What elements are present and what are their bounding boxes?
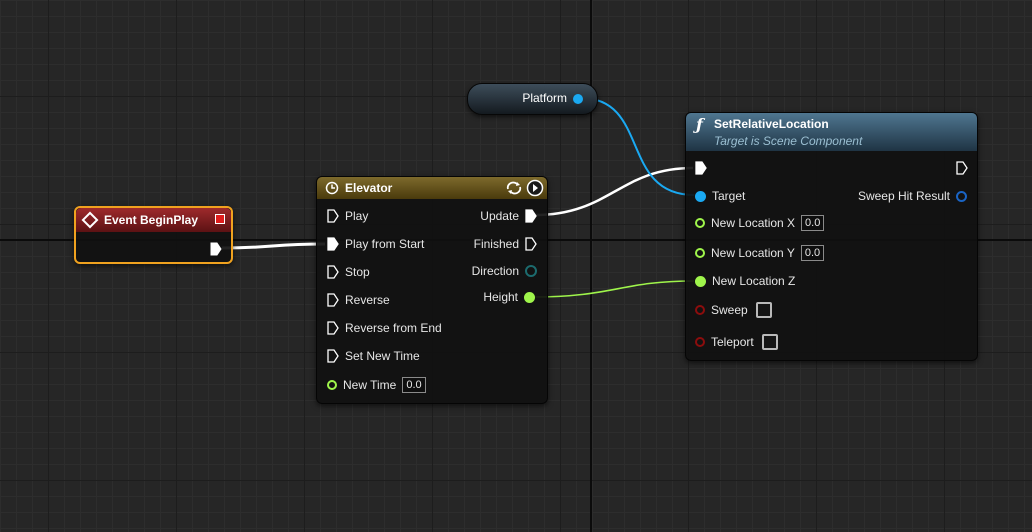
float-input-pin[interactable] [695, 248, 705, 258]
exec-input-pin[interactable] [327, 265, 339, 279]
platform-output-pin[interactable] [573, 94, 583, 104]
input-target[interactable]: Target [695, 187, 745, 205]
play-circle-icon[interactable] [526, 179, 544, 197]
input-new-location-y[interactable]: New Location Y 0.0 [695, 244, 825, 262]
function-node-subtitle: Target is Scene Component [714, 134, 863, 148]
exec-input-pin[interactable] [327, 349, 339, 363]
new-location-x-field[interactable]: 0.0 [801, 215, 825, 231]
input-label: New Location X [711, 216, 796, 230]
input-reverse-from-end[interactable]: Reverse from End [327, 319, 442, 337]
input-label: Play from Start [345, 237, 425, 251]
input-label: Reverse [345, 293, 390, 307]
exec-output-pin[interactable] [956, 161, 968, 175]
output-sweep-hit-result[interactable]: Sweep Hit Result [858, 187, 967, 205]
float-output-pin[interactable] [524, 291, 535, 303]
timeline-node-title: Elevator [345, 181, 393, 195]
exec-input-pin[interactable] [695, 161, 707, 175]
output-direction[interactable]: Direction [472, 262, 537, 280]
platform-variable-label: Platform [522, 91, 567, 105]
output-label: Sweep Hit Result [857, 189, 950, 203]
sweep-checkbox[interactable] [755, 302, 772, 318]
float-input-pin[interactable] [695, 218, 705, 228]
input-play[interactable]: Play [327, 207, 368, 225]
event-diamond-icon [81, 211, 99, 229]
delegate-square-icon[interactable] [215, 214, 225, 224]
exec-input-pin[interactable] [327, 321, 339, 335]
input-sweep[interactable]: Sweep [695, 301, 772, 319]
new-time-value-field[interactable]: 0.0 [402, 377, 426, 393]
input-play-from-start[interactable]: Play from Start [327, 235, 424, 253]
enum-output-pin[interactable] [525, 265, 537, 277]
input-label: Set New Time [345, 349, 420, 363]
event-node-title: Event BeginPlay [104, 213, 199, 227]
input-teleport[interactable]: Teleport [695, 333, 778, 351]
new-location-y-field[interactable]: 0.0 [800, 245, 825, 261]
bool-input-pin[interactable] [695, 305, 705, 315]
input-label: Stop [345, 265, 370, 279]
exec-output-pin[interactable] [525, 237, 537, 251]
clock-icon [325, 181, 339, 195]
input-stop[interactable]: Stop [327, 263, 370, 281]
bool-input-pin[interactable] [695, 337, 705, 347]
output-height[interactable]: Height [483, 288, 535, 306]
function-node-title: SetRelativeLocation [714, 117, 829, 131]
output-label: Update [480, 209, 519, 223]
teleport-checkbox[interactable] [761, 334, 778, 350]
float-input-pin[interactable] [327, 380, 337, 390]
loop-icon[interactable] [505, 180, 523, 196]
input-set-new-time[interactable]: Set New Time [327, 347, 420, 365]
function-node-header[interactable]: ƒ SetRelativeLocation Target is Scene Co… [686, 113, 977, 151]
input-new-location-z[interactable]: New Location Z [695, 272, 795, 290]
output-label: Finished [473, 237, 519, 251]
input-label: New Location Z [712, 274, 796, 288]
function-f-icon: ƒ [696, 115, 703, 134]
elevator-timeline-node[interactable]: Elevator Play Play from Start Stop Rever… [316, 176, 548, 404]
set-relative-location-node[interactable]: ƒ SetRelativeLocation Target is Scene Co… [685, 112, 978, 361]
exec-output-pin[interactable] [210, 242, 222, 256]
input-label: Teleport [711, 335, 754, 349]
input-label: Reverse from End [345, 321, 442, 335]
exec-input-pin[interactable] [327, 209, 339, 223]
struct-output-pin[interactable] [956, 190, 967, 202]
exec-input-pin[interactable] [327, 237, 339, 251]
event-beginplay-node[interactable]: Event BeginPlay [74, 206, 233, 264]
input-label: New Time [343, 378, 397, 392]
input-label: Play [345, 209, 369, 223]
output-finished[interactable]: Finished [474, 235, 537, 253]
float-input-pin[interactable] [695, 275, 706, 287]
exec-output-pin[interactable] [525, 209, 537, 223]
output-label: Height [483, 290, 518, 304]
object-input-pin[interactable] [695, 190, 706, 202]
input-new-location-x[interactable]: New Location X 0.0 [695, 214, 825, 232]
output-update[interactable]: Update [480, 207, 537, 225]
exec-wire-update-to-setlocation[interactable] [534, 166, 694, 217]
input-label: New Location Y [711, 246, 795, 260]
output-label: Direction [471, 264, 519, 278]
platform-variable-node[interactable]: Platform [467, 83, 598, 115]
input-new-time[interactable]: New Time 0.0 [327, 376, 426, 394]
input-label: Target [712, 189, 746, 203]
input-label: Sweep [711, 303, 748, 317]
exec-input-pin[interactable] [327, 293, 339, 307]
event-node-header[interactable]: Event BeginPlay [76, 208, 231, 232]
input-reverse[interactable]: Reverse [327, 291, 390, 309]
timeline-node-header[interactable]: Elevator [317, 177, 547, 199]
exec-wire-beginplay-to-playfromstart[interactable] [221, 242, 326, 250]
float-wire-height-to-locationz[interactable] [531, 280, 695, 298]
